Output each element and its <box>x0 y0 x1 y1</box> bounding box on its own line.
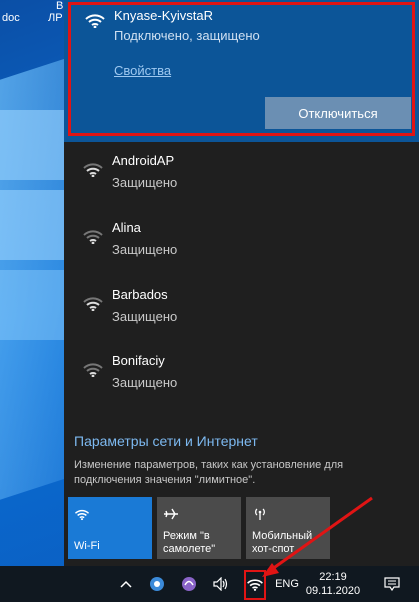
network-status: Защищено <box>112 375 178 390</box>
airplane-icon <box>164 508 178 520</box>
connected-network-item[interactable]: Knyase-KyivstaR Подключено, защищено Сво… <box>64 0 419 142</box>
wifi-icon <box>83 230 103 244</box>
clock-date: 09.11.2020 <box>305 585 361 597</box>
tile-label: Режим "в самолете" <box>163 530 216 555</box>
network-list-item[interactable]: AndroidAP Защищено <box>64 145 419 211</box>
network-settings-link[interactable]: Параметры сети и Интернет <box>74 433 258 449</box>
hotspot-icon <box>255 508 265 520</box>
desktop-icon-label[interactable]: doc <box>2 12 20 24</box>
wifi-icon <box>74 509 90 521</box>
volume-button[interactable] <box>211 566 231 602</box>
desktop-icon-label[interactable]: В <box>56 0 63 12</box>
wifi-icon <box>85 14 105 28</box>
desktop-window-pane <box>0 270 64 340</box>
language-indicator[interactable]: ENG <box>273 566 301 602</box>
network-list-item[interactable]: Barbados Защищено <box>64 279 419 345</box>
network-tray-highlight <box>244 570 266 600</box>
network-status: Подключено, защищено <box>114 28 260 43</box>
mobile-hotspot-tile[interactable]: Мобильный хот-спот <box>246 497 330 559</box>
network-status: Защищено <box>112 242 178 257</box>
app-tray-button[interactable] <box>179 566 199 602</box>
network-list-item[interactable]: Alina Защищено <box>64 212 419 278</box>
chrome-tray-button[interactable] <box>147 566 167 602</box>
clock-time: 22:19 <box>319 571 347 583</box>
wifi-icon <box>83 163 103 177</box>
network-name: Knyase-KyivstaR <box>114 8 213 23</box>
settings-section: Параметры сети и Интернет Изменение пара… <box>64 418 419 566</box>
taskbar: ENG 22:19 09.11.2020 <box>0 566 419 602</box>
network-status: Защищено <box>112 175 178 190</box>
network-name: Alina <box>112 220 141 235</box>
show-hidden-icons-button[interactable] <box>116 566 136 602</box>
language-label: ENG <box>275 578 299 590</box>
tile-label: Wi-Fi <box>74 540 100 552</box>
app-icon <box>182 577 196 591</box>
settings-description: Изменение параметров, таких как установл… <box>74 459 344 486</box>
wifi-icon <box>83 297 103 311</box>
notifications-icon <box>384 577 400 591</box>
action-center-button[interactable] <box>380 566 404 602</box>
tile-label: Мобильный хот-спот <box>252 530 313 555</box>
network-name: Bonifaciy <box>112 353 165 368</box>
properties-link[interactable]: Свойства <box>114 63 171 78</box>
network-name: Barbados <box>112 287 168 302</box>
desktop-window-pane <box>0 110 64 180</box>
network-flyout: Knyase-KyivstaR Подключено, защищено Сво… <box>64 0 419 566</box>
clock[interactable]: 22:19 09.11.2020 <box>304 570 362 598</box>
chevron-up-icon <box>120 580 132 588</box>
network-list-item[interactable]: Bonifaciy Защищено <box>64 345 419 411</box>
desktop-icon-label[interactable]: ЛР <box>48 12 63 24</box>
wifi-toggle-tile[interactable]: Wi-Fi <box>68 497 152 559</box>
disconnect-button[interactable]: Отключиться <box>265 97 411 129</box>
network-status: Защищено <box>112 309 178 324</box>
browser-icon <box>150 577 164 591</box>
speaker-icon <box>213 577 228 591</box>
wifi-icon <box>83 363 103 377</box>
network-name: AndroidAP <box>112 153 175 168</box>
airplane-mode-tile[interactable]: Режим "в самолете" <box>157 497 241 559</box>
desktop-window-pane <box>0 190 64 260</box>
